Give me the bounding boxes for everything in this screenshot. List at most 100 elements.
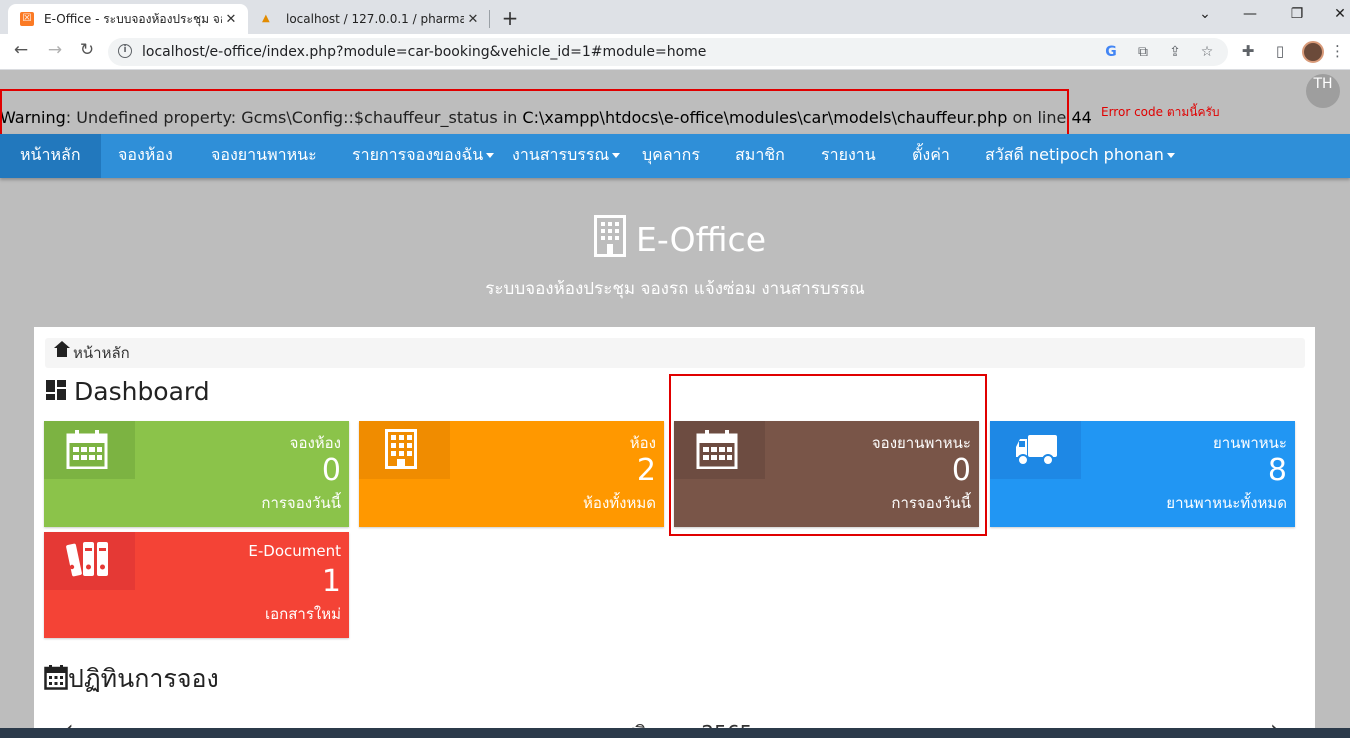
tab-title: E-Office - ระบบจองห้องประชุม จองรถ (44, 11, 222, 26)
menu-vehicle-booking[interactable]: จองยานพาหนะ (211, 134, 317, 178)
menu-label: สวัสดี netipoch phonan (985, 145, 1164, 164)
forward-icon[interactable]: → (44, 40, 66, 60)
chevron-down-icon (486, 153, 495, 158)
warning-highlight-box (0, 89, 1069, 136)
close-icon[interactable]: ✕ (222, 12, 240, 27)
tile-label: E-Document (248, 542, 341, 560)
chevron-down-icon (1166, 153, 1175, 158)
warning-line: 44 (1071, 108, 1092, 127)
language-toggle[interactable]: TH (1306, 74, 1340, 108)
menu-settings[interactable]: ตั้งค่า (912, 134, 950, 178)
dashboard-title: Dashboard (46, 377, 210, 406)
site-title-text: E-Office (636, 220, 767, 259)
tile-icon-box (990, 421, 1081, 479)
tile-label: ห้อง (629, 434, 656, 452)
browser-tab-phpmyadmin[interactable]: ▲ localhost / 127.0.0.1 / pharmafa_ ✕ (250, 4, 490, 34)
menu-label: หน้าหลัก (20, 145, 81, 164)
menu-label: รายงาน (821, 145, 876, 164)
tile-e-document[interactable]: E-Document 1 เอกสารใหม่ (44, 532, 349, 638)
address-bar[interactable]: i localhost/e-office/index.php?module=ca… (108, 38, 1228, 66)
tab-search-icon[interactable]: ⌄ (1195, 6, 1215, 22)
bookmark-star-icon[interactable]: ☆ (1198, 44, 1216, 60)
calendar-title-text: ปฏิทินการจอง (68, 664, 219, 693)
google-icon[interactable]: G (1102, 44, 1120, 60)
tile-value: 8 (1267, 453, 1287, 488)
close-icon[interactable]: ✕ (464, 12, 482, 27)
site-subtitle: ระบบจองห้องประชุม จองรถ แจ้งซ่อม งานสารบ… (485, 279, 865, 299)
side-panel-icon[interactable]: ▯ (1270, 42, 1290, 60)
building-icon (385, 429, 417, 469)
dashboard-title-text: Dashboard (74, 377, 210, 406)
calendar-month: พฤศจิกายน 2565 (34, 717, 1315, 728)
reload-icon[interactable]: ↻ (76, 40, 98, 60)
phpmyadmin-icon: ▲ (262, 13, 270, 24)
calendar-icon (44, 665, 68, 690)
tile-label: จองห้อง (289, 434, 341, 452)
tile-sub: ห้องทั้งหมด (583, 494, 656, 512)
main-menu: หน้าหลัก จองห้อง จองยานพาหนะ รายการจองขอ… (0, 134, 1350, 178)
tile-icon-box (44, 532, 135, 590)
binders-icon (66, 542, 108, 577)
tab-divider (489, 10, 490, 28)
menu-label: งานสารบรรณ (512, 145, 610, 164)
tile-value: 1 (321, 564, 341, 599)
calendar-icon (66, 430, 108, 469)
browser-toolbar: ← → ↻ i localhost/e-office/index.php?mod… (0, 34, 1350, 70)
breadcrumb-home[interactable]: หน้าหลัก (73, 344, 130, 362)
tile-icon-box (359, 421, 450, 479)
tile-sub: การจองวันนี้ (261, 494, 341, 512)
window-close-icon[interactable]: ✕ (1330, 6, 1350, 22)
error-note: Error code ตามนี้ครับ (1101, 105, 1220, 119)
extensions-icon[interactable]: ✚ (1238, 42, 1258, 60)
new-tab-icon[interactable]: + (498, 6, 522, 30)
site-title: E-Office (594, 215, 766, 259)
calendar-title: ปฏิทินการจอง (44, 659, 219, 699)
menu-members[interactable]: สมาชิก (735, 134, 785, 178)
xampp-icon: ☒ (20, 12, 34, 26)
menu-label: บุคลากร (642, 145, 700, 164)
tile-value: 2 (636, 453, 656, 488)
tile-vehicles[interactable]: ยานพาหนะ 8 ยานพาหนะทั้งหมด (990, 421, 1295, 527)
menu-documents[interactable]: งานสารบรรณ (512, 134, 621, 178)
browser-tab-eoffice[interactable]: ☒ E-Office - ระบบจองห้องประชุม จองรถ ✕ (8, 4, 248, 34)
menu-room-booking[interactable]: จองห้อง (118, 134, 173, 178)
tile-label: ยานพาหนะ (1213, 434, 1287, 452)
menu-personnel[interactable]: บุคลากร (642, 134, 700, 178)
menu-label: สมาชิก (735, 145, 785, 164)
menu-home[interactable]: หน้าหลัก (0, 134, 101, 178)
dashboard-icon (46, 380, 66, 400)
profile-avatar[interactable] (1302, 41, 1324, 63)
minimize-icon[interactable]: — (1240, 6, 1260, 22)
site-info-icon[interactable]: i (118, 44, 132, 58)
tile-sub: เอกสารใหม่ (265, 605, 341, 623)
url-text[interactable]: localhost/e-office/index.php?module=car-… (142, 44, 706, 60)
browser-menu-icon[interactable]: ⋮ (1330, 42, 1345, 60)
tab-title: localhost / 127.0.0.1 / pharmafa_ (286, 12, 464, 26)
menu-reports[interactable]: รายงาน (821, 134, 876, 178)
tile-room-booking[interactable]: จองห้อง 0 การจองวันนี้ (44, 421, 349, 527)
menu-label: จองห้อง (118, 145, 173, 164)
tile-value: 0 (321, 453, 341, 488)
calendar-next-icon[interactable]: › (1270, 715, 1280, 728)
back-icon[interactable]: ← (10, 40, 32, 60)
restore-icon[interactable]: ❐ (1287, 6, 1307, 22)
building-icon (594, 215, 626, 257)
tile-icon-box (44, 421, 135, 479)
browser-tabbar: ☒ E-Office - ระบบจองห้องประชุม จองรถ ✕ ▲… (0, 0, 1350, 34)
menu-label: ตั้งค่า (912, 145, 950, 164)
menu-label: รายการจองของฉัน (352, 145, 484, 164)
breadcrumb: หน้าหลัก (45, 338, 1305, 368)
tile-sub: ยานพาหนะทั้งหมด (1166, 494, 1287, 512)
share-icon[interactable]: ⇪ (1166, 44, 1184, 60)
menu-my-bookings[interactable]: รายการจองของฉัน (352, 134, 495, 178)
translate-icon[interactable]: ⧉ (1134, 44, 1152, 60)
menu-label: จองยานพาหนะ (211, 145, 317, 164)
page: TH Warning: Undefined property: Gcms\Con… (0, 70, 1350, 728)
chevron-down-icon (612, 153, 621, 158)
home-icon[interactable] (54, 341, 70, 359)
menu-user[interactable]: สวัสดี netipoch phonan (985, 134, 1175, 178)
tile-rooms[interactable]: ห้อง 2 ห้องทั้งหมด (359, 421, 664, 527)
truck-icon (1016, 435, 1057, 466)
os-taskbar (0, 728, 1350, 738)
tile-highlight-box (669, 374, 987, 536)
